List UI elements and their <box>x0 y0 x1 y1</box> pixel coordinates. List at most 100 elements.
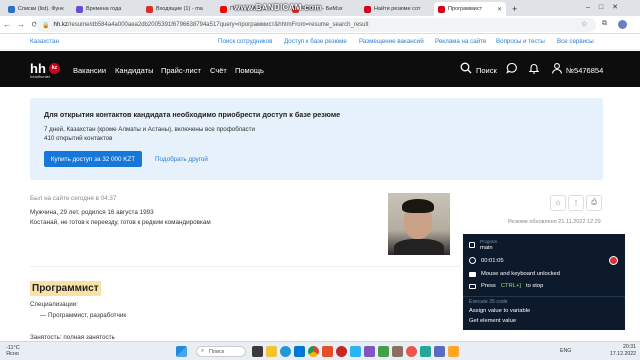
app-icon[interactable] <box>322 346 333 357</box>
start-icon[interactable] <box>176 346 187 357</box>
logo-subtitle: headhunter <box>30 74 51 79</box>
bookmark-star-icon[interactable]: ☆ <box>581 20 587 28</box>
browser-tab[interactable]: Входящие (1) - ma <box>142 2 214 16</box>
keyboard-icon <box>469 283 476 289</box>
close-window-icon[interactable]: ✕ <box>612 4 627 11</box>
extensions-icon[interactable]: ⧉ <box>602 20 607 28</box>
new-tab-button[interactable]: + <box>508 2 520 16</box>
unlock-icon <box>469 272 476 277</box>
task-view-icon[interactable] <box>252 346 263 357</box>
taskbar-search[interactable]: ⌕ Поиск <box>196 346 246 357</box>
candidate-photo <box>388 193 450 255</box>
specialization-item: — Программист, разработчик <box>40 312 127 319</box>
tab-label: Программист <box>448 6 483 12</box>
app-icon[interactable] <box>364 346 375 357</box>
nav-help[interactable]: Помощь <box>235 66 264 75</box>
lock-icon: 🔒 <box>42 22 50 29</box>
tab-label: Времена года <box>86 6 122 12</box>
browser-tab[interactable]: Списки (list). Функ <box>4 2 70 16</box>
candidate-location: Костанай, не готов к переезду, готов к р… <box>30 219 211 226</box>
app-icon[interactable] <box>336 346 347 357</box>
stop-hint-key: CTRL+] <box>500 283 521 289</box>
access-notice: Для открытия контактов кандидата необход… <box>30 98 603 180</box>
clock[interactable]: 20:31 17.12.2022 <box>610 344 636 358</box>
profile-avatar[interactable] <box>618 20 627 29</box>
search-icon[interactable] <box>460 62 472 74</box>
step-get-value: Get element value <box>469 318 517 324</box>
top-link-questions[interactable]: Вопросы и тесты <box>496 38 545 45</box>
stop-button[interactable] <box>609 256 618 265</box>
employment: Занятость: полная занятость <box>30 334 115 341</box>
nav-pricelist[interactable]: Прайс-лист <box>161 66 201 75</box>
resume-title: Программист <box>30 281 101 296</box>
country-badge: kz <box>49 63 60 74</box>
top-link-all-services[interactable]: Все сервисы <box>557 38 594 45</box>
automation-panel: Program main 00:01:05 Mouse and keyboard … <box>463 234 625 330</box>
top-link-resume-access[interactable]: Доступ к базе резюме <box>284 38 347 45</box>
app-icon[interactable] <box>350 346 361 357</box>
hh-logo[interactable]: hh headhunter <box>30 61 50 79</box>
url-path: /resume/db584a4a000aea2db2005391f6796638… <box>67 22 369 28</box>
divider <box>30 266 460 267</box>
site-top-links: Казахстан Поиск сотрудников Доступ к баз… <box>0 34 640 50</box>
store-icon[interactable] <box>294 346 305 357</box>
top-link-post-vacancies[interactable]: Размещение вакансий <box>359 38 424 45</box>
browser-tab-active[interactable]: Программист ✕ <box>434 2 506 16</box>
app-icon[interactable] <box>406 346 417 357</box>
weather-widget[interactable]: -11°C Ясно <box>6 345 20 357</box>
app-icon[interactable] <box>392 346 403 357</box>
back-icon[interactable]: ← <box>0 20 14 29</box>
chat-icon[interactable] <box>506 62 518 74</box>
tab-label: Входящие (1) - ma <box>156 6 203 12</box>
nav-account[interactable]: Счёт <box>210 66 227 75</box>
explorer-icon[interactable] <box>266 346 277 357</box>
hh-icon <box>438 5 445 13</box>
app-icon[interactable] <box>420 346 431 357</box>
search-label[interactable]: Поиск <box>476 66 497 75</box>
more-button[interactable]: ⋮ <box>568 195 584 211</box>
top-link-find-staff[interactable]: Поиск сотрудников <box>218 38 272 45</box>
close-icon[interactable]: ✕ <box>497 6 502 13</box>
app-icon[interactable] <box>448 346 459 357</box>
language-indicator[interactable]: ENG <box>560 348 571 354</box>
forward-icon[interactable]: → <box>14 20 28 29</box>
nav-candidates[interactable]: Кандидаты <box>115 66 153 75</box>
app-icon[interactable] <box>434 346 445 357</box>
clock-time: 20:31 <box>623 344 636 350</box>
lock-status: Mouse and keyboard unlocked <box>481 270 560 277</box>
top-link-advertising[interactable]: Реклама на сайте <box>435 38 486 45</box>
browser-tab[interactable]: Времена года <box>72 2 140 16</box>
buy-access-button[interactable]: Купить доступ за 32 000 KZT <box>44 151 142 167</box>
site-header: hh headhunter kz Вакансии Кандидаты Прайс… <box>0 51 640 87</box>
address-bar-row: ← → ⟳ 🔒 hh.kz/resume/db584a4a000aea2db200… <box>0 16 640 34</box>
app-icon[interactable] <box>378 346 389 357</box>
pick-other-link[interactable]: Подобрать другой <box>155 156 208 163</box>
clock-date: 17.12.2022 <box>610 351 636 357</box>
gmail-icon <box>146 5 153 13</box>
edge-icon[interactable] <box>280 346 291 357</box>
tab-label: Списки (list). Функ <box>18 6 64 12</box>
recorder-watermark: www.BANDICAM.com <box>234 3 322 12</box>
specializations-label: Специализации: <box>30 301 79 308</box>
hh-icon <box>364 5 371 13</box>
url-input[interactable]: 🔒 hh.kz/resume/db584a4a000aea2db2005391f6… <box>36 18 596 32</box>
tab-favicon <box>76 5 83 13</box>
program-name: main <box>480 245 493 251</box>
nav-vacancies[interactable]: Вакансии <box>73 66 106 75</box>
program-icon <box>469 242 475 248</box>
maximize-icon[interactable]: □ <box>599 4 612 11</box>
user-icon[interactable] <box>551 62 563 74</box>
favorite-button[interactable]: ☆ <box>550 195 566 211</box>
notice-title: Для открытия контактов кандидата необход… <box>44 110 341 119</box>
printer-icon: ⎙ <box>591 199 597 206</box>
print-button[interactable]: ⎙ <box>586 195 602 211</box>
step-assign: Assign value to variable <box>469 308 531 314</box>
tab-label: Найти резюме сот <box>374 6 421 12</box>
bell-icon[interactable] <box>528 62 540 74</box>
minimize-icon[interactable]: – <box>586 4 599 11</box>
notice-description: 7 дней, Казахстан (кроме Алматы и Астаны… <box>44 126 255 133</box>
browser-tab[interactable]: Найти резюме сот <box>360 2 432 16</box>
account-number[interactable]: №5476854 <box>566 66 603 75</box>
chrome-icon[interactable] <box>308 346 319 357</box>
region-link[interactable]: Казахстан <box>30 38 59 45</box>
